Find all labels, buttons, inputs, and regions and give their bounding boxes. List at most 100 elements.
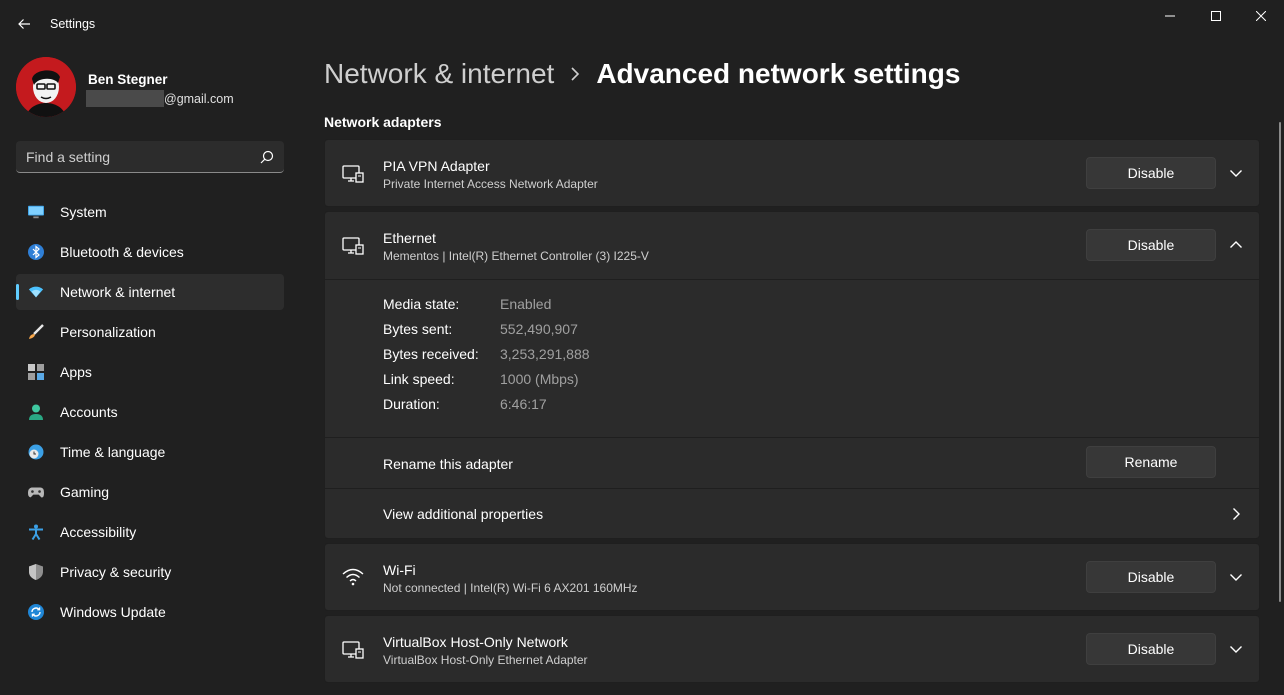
maximize-button[interactable]	[1193, 0, 1239, 32]
shield-icon	[28, 564, 44, 580]
disable-button[interactable]: Disable	[1086, 229, 1216, 261]
sidebar-item-label: Gaming	[60, 484, 110, 500]
property-label: Bytes received:	[383, 346, 479, 362]
person-icon	[28, 404, 44, 420]
property-value: 3,253,291,888	[500, 346, 590, 362]
maximize-icon	[1211, 11, 1221, 21]
sidebar-item-privacy-security[interactable]: Privacy & security	[16, 554, 284, 590]
divider	[325, 279, 1259, 280]
sidebar-item-personalization[interactable]: Personalization	[16, 314, 284, 350]
sidebar-item-label: Windows Update	[60, 604, 166, 620]
sidebar-item-gaming[interactable]: Gaming	[16, 474, 284, 510]
monitor-icon	[28, 204, 44, 220]
adapter-name: Ethernet	[383, 230, 436, 246]
sidebar-item-accessibility[interactable]: Accessibility	[16, 514, 284, 550]
disable-button[interactable]: Disable	[1086, 561, 1216, 593]
property-value: 552,490,907	[500, 321, 578, 337]
adapter-header-ethernet[interactable]: Ethernet Mementos | Intel(R) Ethernet Co…	[325, 212, 1259, 280]
sidebar-item-time-language[interactable]: Time & language	[16, 434, 284, 470]
sidebar-item-label: Time & language	[60, 444, 166, 460]
user-name: Ben Stegner	[88, 72, 168, 87]
property-value: Enabled	[500, 296, 552, 312]
chevron-right-icon	[1227, 505, 1245, 523]
wifi-adapter-icon	[342, 567, 364, 589]
chevron-down-icon[interactable]	[1227, 640, 1245, 658]
sidebar-item-label: Bluetooth & devices	[60, 244, 184, 260]
back-arrow-icon	[18, 19, 30, 29]
adapter-card-pia[interactable]: PIA VPN Adapter Private Internet Access …	[324, 139, 1260, 207]
property-value: 1000 (Mbps)	[500, 371, 579, 387]
apps-icon	[28, 364, 44, 380]
search-icon[interactable]	[260, 150, 274, 164]
adapter-description: Private Internet Access Network Adapter	[383, 177, 598, 191]
rename-adapter-row: Rename this adapter Rename	[325, 438, 1259, 488]
sidebar-item-label: Accessibility	[60, 524, 137, 540]
sidebar-item-network[interactable]: Network & internet	[16, 274, 284, 310]
adapter-description: VirtualBox Host-Only Ethernet Adapter	[383, 653, 588, 667]
sidebar-item-accounts[interactable]: Accounts	[16, 394, 284, 430]
section-title: Network adapters	[324, 114, 442, 130]
sidebar-item-label: Apps	[60, 364, 92, 380]
breadcrumb: Network & internet Advanced network sett…	[324, 58, 960, 90]
sidebar-item-label: Network & internet	[60, 284, 176, 300]
property-row: Bytes sent: 552,490,907	[383, 321, 783, 341]
gamepad-icon	[28, 484, 44, 500]
sidebar-item-label: Personalization	[60, 324, 156, 340]
sidebar-item-system[interactable]: System	[16, 194, 284, 230]
minimize-icon	[1165, 15, 1175, 17]
user-email: @gmail.com	[86, 90, 234, 107]
close-button[interactable]	[1238, 0, 1284, 32]
minimize-button[interactable]	[1147, 0, 1193, 32]
adapter-card-virtualbox[interactable]: VirtualBox Host-Only Network VirtualBox …	[324, 615, 1260, 683]
property-row: Media state: Enabled	[383, 296, 783, 316]
user-email-domain: @gmail.com	[164, 91, 234, 106]
brush-icon	[28, 324, 44, 340]
sidebar-item-bluetooth[interactable]: Bluetooth & devices	[16, 234, 284, 270]
sidebar-item-apps[interactable]: Apps	[16, 354, 284, 390]
page-title: Advanced network settings	[596, 58, 961, 89]
breadcrumb-chevron-icon	[570, 67, 580, 81]
accessibility-icon	[28, 524, 44, 540]
redacted-email-block	[86, 90, 164, 107]
property-label: Media state:	[383, 296, 460, 312]
rename-adapter-label: Rename this adapter	[383, 456, 513, 472]
disable-button[interactable]: Disable	[1086, 633, 1216, 665]
property-value: 6:46:17	[500, 396, 547, 412]
update-icon	[28, 604, 44, 620]
adapter-name: PIA VPN Adapter	[383, 158, 490, 174]
sidebar-item-label: System	[60, 204, 107, 220]
sidebar-nav: System Bluetooth & devices Network & int…	[16, 194, 284, 634]
property-label: Link speed:	[383, 371, 455, 387]
title-bar: Settings	[0, 0, 1284, 48]
network-adapter-icon	[342, 163, 364, 185]
adapter-name: Wi-Fi	[383, 562, 416, 578]
network-adapter-icon	[342, 639, 364, 661]
view-additional-properties-row[interactable]: View additional properties	[325, 489, 1259, 539]
adapter-card-wifi[interactable]: Wi-Fi Not connected | Intel(R) Wi-Fi 6 A…	[324, 543, 1260, 611]
rename-button[interactable]: Rename	[1086, 446, 1216, 478]
property-row: Duration: 6:46:17	[383, 396, 783, 416]
property-row: Bytes received: 3,253,291,888	[383, 346, 783, 366]
property-row: Link speed: 1000 (Mbps)	[383, 371, 783, 391]
sidebar-item-label: Accounts	[60, 404, 118, 420]
view-properties-label: View additional properties	[383, 506, 544, 522]
scrollbar[interactable]	[1279, 122, 1281, 602]
chevron-down-icon[interactable]	[1227, 568, 1245, 586]
network-adapter-icon	[342, 235, 364, 257]
property-label: Duration:	[383, 396, 440, 412]
avatar[interactable]	[16, 57, 76, 117]
search-box[interactable]	[16, 141, 284, 173]
back-button[interactable]	[10, 10, 38, 38]
sidebar-item-windows-update[interactable]: Windows Update	[16, 594, 284, 630]
property-label: Bytes sent:	[383, 321, 453, 337]
chevron-up-icon[interactable]	[1227, 236, 1245, 254]
wifi-icon	[28, 284, 44, 300]
search-input[interactable]	[26, 148, 260, 165]
clock-globe-icon	[28, 444, 44, 460]
avatar-portrait-icon	[16, 57, 76, 117]
chevron-down-icon[interactable]	[1227, 164, 1245, 182]
adapter-card-ethernet: Ethernet Mementos | Intel(R) Ethernet Co…	[324, 211, 1260, 539]
disable-button[interactable]: Disable	[1086, 157, 1216, 189]
close-icon	[1256, 11, 1266, 21]
breadcrumb-parent-link[interactable]: Network & internet	[324, 58, 554, 90]
